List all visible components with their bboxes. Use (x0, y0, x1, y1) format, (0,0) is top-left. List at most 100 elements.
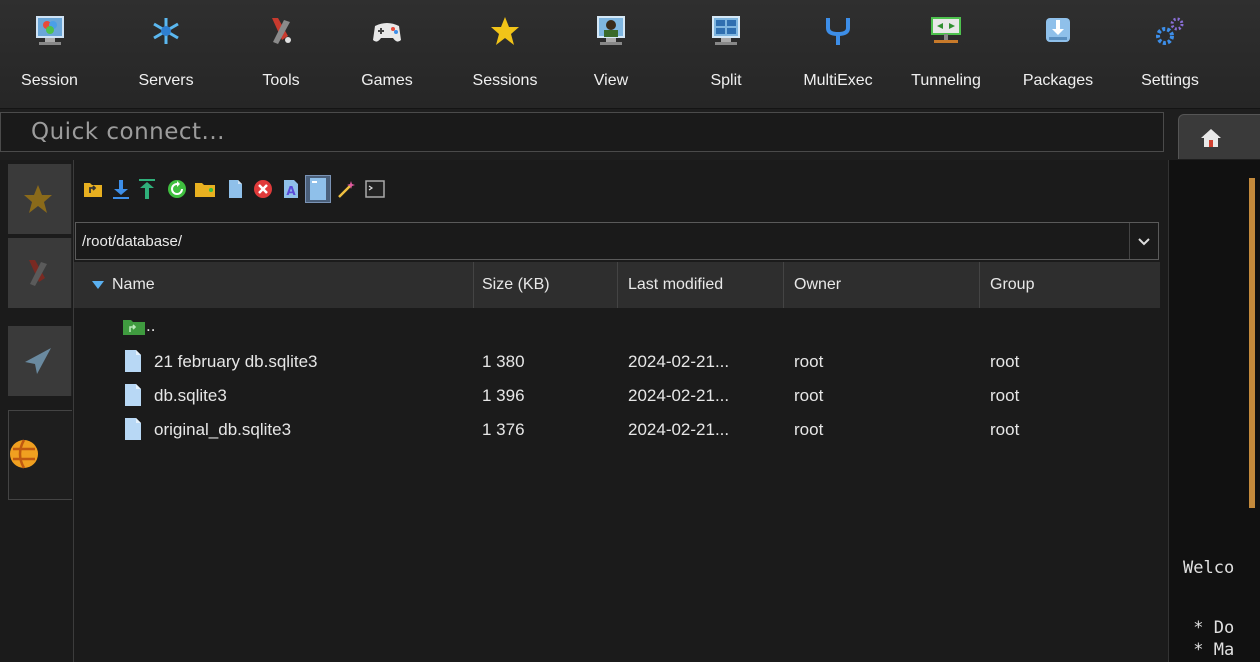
file-size: 1 396 (482, 386, 525, 405)
paper-plane-icon (25, 348, 51, 374)
file-size: 1 380 (482, 352, 525, 371)
file-name: db.sqlite3 (154, 386, 227, 405)
star-icon (24, 185, 52, 213)
file-size: 1 376 (482, 420, 525, 439)
file-group: root (990, 420, 1020, 439)
session-icon (35, 16, 64, 45)
new-folder-icon[interactable] (194, 178, 216, 200)
terminal-pane[interactable]: Welco * Do * Ma (1168, 160, 1260, 662)
magic-wand-icon[interactable] (336, 178, 358, 200)
terminal-icon[interactable] (364, 178, 386, 200)
gamepad-icon (373, 23, 401, 42)
file-modified: 2024-02-21... (628, 386, 730, 405)
column-label: Size (KB) (482, 276, 550, 293)
file-name: .. (146, 316, 156, 335)
table-row[interactable]: original_db.sqlite3 1 376 2024-02-21... … (74, 414, 1160, 448)
table-row[interactable]: 21 february db.sqlite3 1 380 2024-02-21.… (74, 346, 1160, 380)
home-icon (1201, 129, 1221, 147)
terminal-text: * Ma (1183, 640, 1235, 660)
file-name: original_db.sqlite3 (154, 420, 292, 439)
terminal-banner-edge (1249, 178, 1255, 508)
file-modified: 2024-02-21... (628, 420, 730, 439)
column-label: Group (990, 276, 1035, 293)
menu-label: Tools (262, 72, 300, 89)
column-header-name[interactable]: Name (74, 262, 474, 308)
side-tab-sftp[interactable] (8, 410, 72, 500)
menu-games-button[interactable]: Games (354, 0, 420, 108)
file-name: 21 february db.sqlite3 (154, 352, 318, 371)
side-tab-sessions[interactable] (8, 164, 72, 234)
text-editor-icon[interactable] (305, 175, 331, 203)
menu-servers-button[interactable]: Servers (126, 0, 206, 108)
split-icon (712, 16, 740, 45)
menu-label: Tunneling (911, 72, 981, 89)
column-label: Owner (794, 276, 842, 293)
quick-connect-input[interactable] (1, 113, 1163, 151)
chevron-down-icon (1138, 238, 1150, 246)
servers-icon (153, 18, 179, 44)
menu-sessions-button[interactable]: Sessions (460, 0, 550, 108)
packages-icon (1046, 18, 1070, 42)
column-label: Last modified (628, 276, 724, 293)
gears-icon (1156, 17, 1184, 45)
rename-icon[interactable]: A (280, 178, 302, 200)
menu-label: Packages (1022, 72, 1094, 89)
menu-label: Games (361, 72, 413, 89)
terminal-text: * Do (1183, 618, 1235, 638)
menu-settings-button[interactable]: Settings (1128, 0, 1212, 108)
upload-icon[interactable] (136, 178, 158, 200)
menu-label: Settings (1141, 72, 1199, 89)
column-header-size[interactable]: Size (KB) (474, 262, 618, 308)
side-tab-tools[interactable] (8, 238, 72, 308)
home-tab[interactable] (1178, 114, 1260, 159)
refresh-icon[interactable] (166, 178, 188, 200)
delete-icon[interactable] (252, 178, 274, 200)
star-icon (491, 17, 519, 45)
menu-packages-button[interactable]: Packages (1010, 0, 1106, 108)
terminal-text: Welco (1183, 558, 1235, 578)
table-row[interactable]: db.sqlite3 1 396 2024-02-21... root root (74, 380, 1160, 414)
menu-label: MultiExec (803, 72, 873, 89)
menu-label: Servers (138, 72, 194, 89)
sort-arrow-icon (92, 280, 104, 289)
tunneling-icon (931, 17, 961, 43)
menu-tools-button[interactable]: Tools (250, 0, 312, 108)
file-icon (125, 418, 141, 440)
file-owner: root (794, 420, 824, 439)
list-item-parent-dir[interactable]: .. (74, 314, 1160, 348)
view-icon (597, 16, 625, 45)
path-bar[interactable]: /root/database/ (75, 222, 1159, 260)
column-header-group[interactable]: Group (980, 262, 1160, 308)
new-file-icon[interactable] (224, 178, 246, 200)
menu-multiexec-button[interactable]: MultiExec (790, 0, 886, 108)
file-modified: 2024-02-21... (628, 352, 730, 371)
file-group: root (990, 352, 1020, 371)
menu-split-button[interactable]: Split (700, 0, 752, 108)
file-icon (125, 384, 141, 406)
side-tabs (0, 160, 73, 662)
path-dropdown-button[interactable] (1129, 223, 1158, 259)
folder-up-icon (123, 320, 145, 335)
file-owner: root (794, 386, 824, 405)
column-header-modified[interactable]: Last modified (618, 262, 784, 308)
file-table-header: Name Size (KB) Last modified Owner Group (74, 262, 1160, 308)
menu-label: Sessions (472, 72, 538, 89)
download-icon[interactable] (110, 178, 132, 200)
column-header-owner[interactable]: Owner (784, 262, 980, 308)
column-label: Name (112, 276, 155, 293)
quick-connect-box (0, 112, 1164, 152)
parent-folder-icon[interactable] (82, 178, 104, 200)
menu-tunneling-button[interactable]: Tunneling (898, 0, 994, 108)
path-text[interactable]: /root/database/ (82, 233, 182, 250)
side-tab-macros[interactable] (8, 326, 72, 396)
menu-view-button[interactable]: View (586, 0, 636, 108)
tools-icon (29, 260, 47, 286)
tools-icon (272, 18, 291, 44)
file-group: root (990, 386, 1020, 405)
svg-text:A: A (286, 184, 296, 198)
menu-session-button[interactable]: Session (12, 0, 87, 108)
menu-label: Session (21, 72, 78, 89)
sftp-toolbar: A (74, 160, 1168, 220)
sftp-panel: A /root/database/ Name Size (KB) Last mo… (73, 160, 1168, 662)
multiexec-icon (826, 18, 850, 45)
